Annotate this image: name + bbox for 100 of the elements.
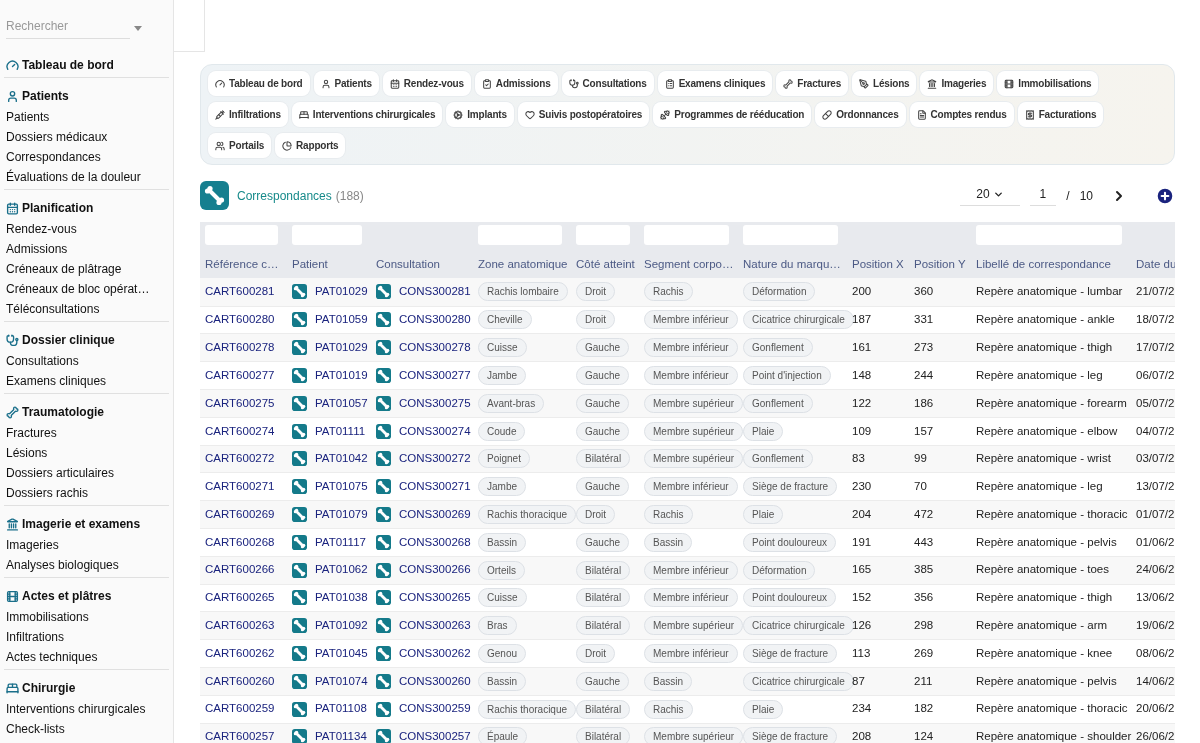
record-link[interactable]: CONS300262 — [399, 644, 471, 663]
record-link[interactable]: CONS300266 — [399, 561, 471, 579]
record-link[interactable]: PAT01029 — [315, 283, 368, 301]
sidebar-item[interactable]: Analyses biologiques — [4, 555, 169, 575]
reference-link[interactable]: CART600259 — [205, 702, 275, 715]
record-link[interactable]: CONS300257 — [399, 728, 471, 743]
reference-link[interactable]: CART600278 — [205, 341, 275, 354]
sidebar-item[interactable]: Dossiers articulaires — [4, 463, 169, 483]
sidebar-item[interactable]: Imageries — [4, 535, 169, 555]
reference-link[interactable]: CART600280 — [205, 313, 275, 326]
reference-link[interactable]: CART600274 — [205, 424, 275, 437]
record-link[interactable]: CONS300275 — [399, 394, 471, 412]
module-chip[interactable]: Facturations — [1017, 102, 1104, 127]
module-chip[interactable]: Tableau de bord — [208, 71, 310, 96]
module-chip[interactable]: Rapports — [275, 133, 346, 158]
sidebar-section-title[interactable]: Patients — [22, 87, 69, 105]
sidebar-item[interactable]: Check-lists — [4, 719, 169, 739]
record-link[interactable]: PAT01038 — [315, 589, 368, 607]
search-field[interactable]: Rechercher — [6, 17, 130, 39]
record-link[interactable]: PAT01062 — [315, 561, 368, 579]
sidebar-item[interactable]: Dossiers médicaux — [4, 127, 169, 147]
record-link[interactable]: PAT01092 — [315, 617, 368, 635]
sidebar-item[interactable]: Fractures — [4, 423, 169, 443]
record-link[interactable]: CONS300271 — [399, 478, 471, 496]
record-link[interactable]: PAT01117 — [315, 533, 366, 551]
sidebar-section-title[interactable]: Dossier clinique — [22, 331, 115, 349]
reference-link[interactable]: CART600281 — [205, 285, 275, 298]
column-header[interactable]: Patient — [292, 258, 328, 270]
record-link[interactable]: PAT01042 — [315, 450, 368, 468]
record-link[interactable]: PAT01057 — [315, 394, 368, 412]
sidebar-item[interactable]: Téléconsultations — [4, 299, 169, 319]
column-header[interactable]: Segment corpo… — [644, 258, 734, 270]
column-header[interactable]: Côté atteint — [576, 258, 635, 270]
reference-link[interactable]: CART600263 — [205, 619, 275, 632]
record-link[interactable]: CONS300274 — [399, 422, 471, 440]
record-link[interactable]: CONS300260 — [399, 672, 471, 690]
column-header[interactable]: Zone anatomique — [478, 258, 568, 270]
module-chip[interactable]: Consultations — [561, 71, 654, 96]
reference-link[interactable]: CART600266 — [205, 563, 275, 576]
sidebar-item[interactable]: Rendez-vous — [4, 219, 169, 239]
record-link[interactable]: PAT01059 — [315, 311, 368, 329]
record-link[interactable]: CONS300269 — [399, 505, 471, 524]
reference-link[interactable]: CART600272 — [205, 452, 275, 465]
sidebar-section-title[interactable]: Chirurgie — [22, 679, 76, 697]
record-link[interactable]: PAT01134 — [315, 728, 367, 743]
column-header[interactable]: Position Y — [914, 258, 966, 270]
sidebar-item[interactable]: Évaluations de la douleur — [4, 167, 169, 187]
record-link[interactable]: CONS300263 — [399, 617, 471, 635]
record-link[interactable]: CONS300278 — [399, 339, 471, 357]
sidebar-item[interactable]: Patients — [4, 107, 169, 127]
record-link[interactable]: PAT01074 — [315, 672, 368, 690]
column-header[interactable]: Consultation — [376, 258, 440, 270]
module-chip[interactable]: Patients — [313, 71, 379, 96]
sidebar-item[interactable]: Lésions — [4, 443, 169, 463]
module-chip[interactable]: Interventions chirurgicales — [291, 102, 443, 127]
sidebar-item[interactable]: Immobilisations — [4, 607, 169, 627]
column-header[interactable]: Date du — [1136, 258, 1175, 270]
sidebar-item[interactable]: Dossiers rachis — [4, 483, 169, 503]
reference-link[interactable]: CART600268 — [205, 535, 275, 548]
reference-link[interactable]: CART600260 — [205, 674, 275, 687]
reference-link[interactable]: CART600262 — [205, 646, 275, 659]
record-link[interactable]: PAT01108 — [315, 700, 367, 718]
module-chip[interactable]: Suivis postopératoires — [517, 102, 650, 127]
column-header[interactable]: Position X — [852, 258, 904, 270]
column-header[interactable]: Nature du marqu… — [743, 258, 841, 270]
record-link[interactable]: CONS300265 — [399, 589, 471, 607]
sidebar-item[interactable]: Interventions chirurgicales — [4, 699, 169, 719]
module-chip[interactable]: Lésions — [852, 71, 917, 96]
reference-link[interactable]: CART600275 — [205, 396, 275, 409]
record-link[interactable]: CONS300281 — [399, 283, 471, 301]
sidebar-section-title[interactable]: Imagerie et examens — [22, 515, 141, 533]
sidebar-item[interactable]: Examens cliniques — [4, 371, 169, 391]
module-chip[interactable]: Admissions — [474, 71, 558, 96]
record-link[interactable]: CONS300268 — [399, 533, 471, 551]
record-link[interactable]: PAT01111 — [315, 422, 366, 440]
add-button[interactable] — [1155, 185, 1175, 206]
module-chip[interactable]: Programmes de rééducation — [653, 102, 812, 127]
record-link[interactable]: CONS300280 — [399, 311, 471, 329]
module-chip[interactable]: Infiltrations — [208, 102, 288, 127]
column-header[interactable]: Libellé de correspondance — [976, 258, 1111, 270]
module-chip[interactable]: Fractures — [776, 71, 849, 96]
reference-link[interactable]: CART600271 — [205, 480, 275, 493]
module-chip[interactable]: Imageries — [920, 71, 994, 96]
module-chip[interactable]: Examens cliniques — [657, 71, 773, 96]
module-chip[interactable]: Implants — [446, 102, 514, 127]
sidebar-section-title[interactable]: Actes et plâtres — [22, 587, 112, 605]
record-link[interactable]: CONS300277 — [399, 366, 471, 385]
record-link[interactable]: PAT01045 — [315, 644, 368, 663]
column-header[interactable]: Référence c… — [205, 258, 279, 270]
sidebar-item[interactable]: Infiltrations — [4, 627, 169, 647]
page-size-select[interactable]: 20 — [960, 185, 1020, 206]
record-link[interactable]: PAT01079 — [315, 505, 368, 524]
sidebar-item[interactable]: Actes techniques — [4, 647, 169, 667]
reference-link[interactable]: CART600265 — [205, 591, 275, 604]
record-link[interactable]: PAT01075 — [315, 478, 368, 496]
module-chip[interactable]: Rendez-vous — [382, 71, 471, 96]
reference-link[interactable]: CART600269 — [205, 507, 275, 520]
sidebar-item[interactable]: Correspondances — [4, 147, 169, 167]
reference-link[interactable]: CART600277 — [205, 368, 275, 381]
module-chip[interactable]: Comptes rendus — [909, 102, 1014, 127]
